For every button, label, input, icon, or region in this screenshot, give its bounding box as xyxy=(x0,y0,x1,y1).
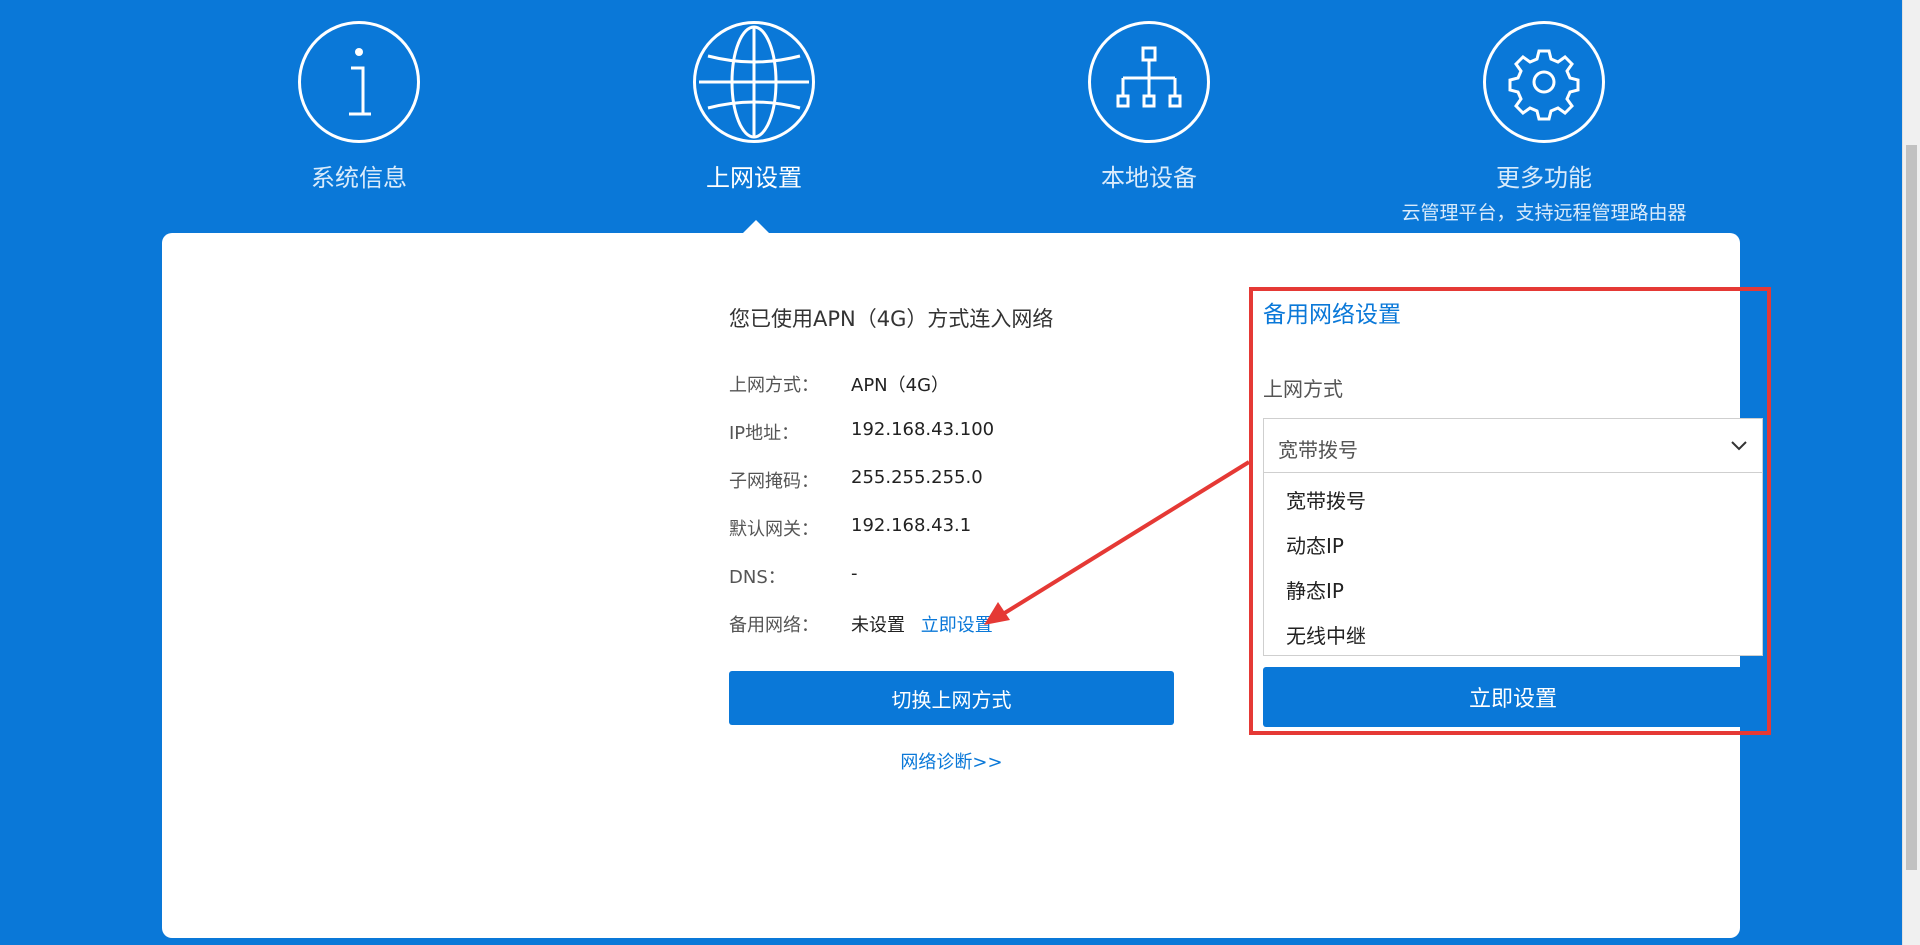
nav-label-more-features: 更多功能 xyxy=(1496,164,1592,192)
switch-connection-mode-button[interactable]: 切换上网方式 xyxy=(729,671,1174,725)
info-value-connection-mode: APN（4G） xyxy=(851,375,950,396)
info-icon xyxy=(298,21,420,143)
info-label-backup-network: 备用网络： xyxy=(729,615,819,636)
info-label-default-gateway: 默认网关： xyxy=(729,519,819,540)
network-tree-icon xyxy=(1088,21,1210,143)
info-value-backup-network: 未设置 立即设置 xyxy=(851,611,993,637)
connection-status-title: 您已使用APN（4G）方式连入网络 xyxy=(729,307,1054,331)
globe-icon xyxy=(693,21,815,143)
nav-label-internet-settings: 上网设置 xyxy=(706,164,802,192)
info-label-dns: DNS： xyxy=(729,567,786,588)
info-label-connection-mode: 上网方式： xyxy=(729,375,819,396)
info-value-subnet-mask: 255.255.255.0 xyxy=(851,467,983,488)
info-value-default-gateway: 192.168.43.1 xyxy=(851,515,972,536)
backup-network-status: 未设置 xyxy=(851,615,905,636)
info-label-subnet-mask: 子网掩码： xyxy=(729,471,819,492)
gear-icon xyxy=(1483,21,1605,143)
active-tab-indicator xyxy=(742,220,770,234)
nav-label-local-devices: 本地设备 xyxy=(1101,164,1197,192)
info-label-ip-address: IP地址： xyxy=(729,423,800,444)
annotation-highlight-box xyxy=(1249,287,1771,735)
nav-sublabel-cloud-management: 云管理平台，支持远程管理路由器 xyxy=(1401,202,1687,224)
network-diagnosis-link[interactable]: 网络诊断>> xyxy=(729,748,1174,774)
info-value-ip-address: 192.168.43.100 xyxy=(851,419,995,440)
vertical-scrollbar[interactable] xyxy=(1902,0,1920,945)
scrollbar-thumb[interactable] xyxy=(1906,145,1917,870)
nav-label-system-info: 系统信息 xyxy=(311,164,407,192)
info-value-dns: - xyxy=(851,563,858,584)
setup-now-link[interactable]: 立即设置 xyxy=(921,615,993,636)
